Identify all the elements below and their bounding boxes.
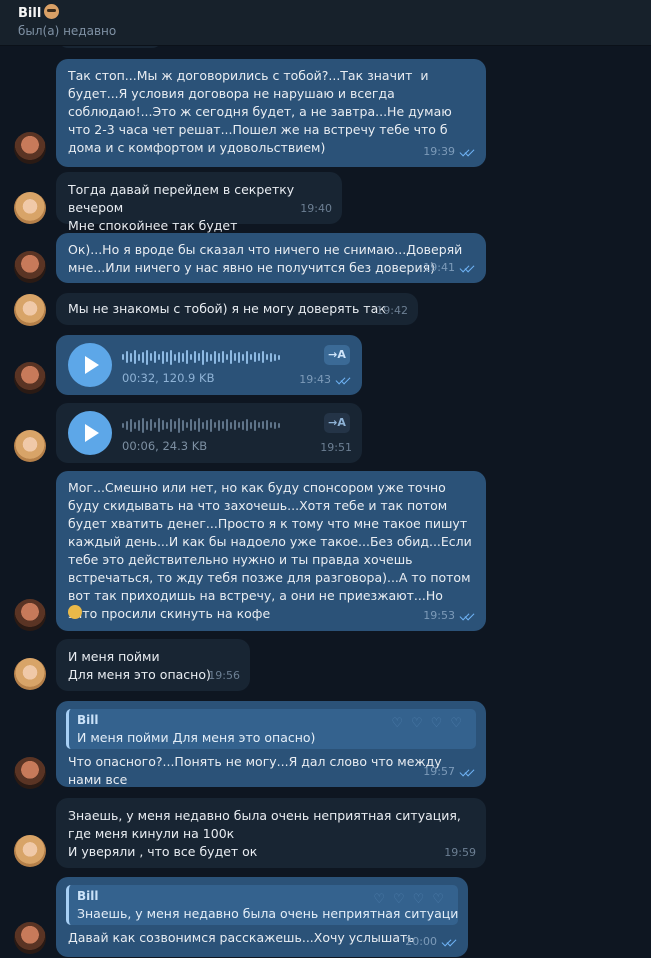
message-time: 19:40 <box>300 202 332 215</box>
avatar-sender[interactable] <box>14 599 46 631</box>
avatar-sender[interactable] <box>14 132 46 164</box>
message-time: 19:43 <box>299 373 331 386</box>
avatar-sender[interactable] <box>14 757 46 789</box>
message-outgoing[interactable]: Так стоп...Мы ж договорились с тобой?...… <box>56 59 486 167</box>
message-time: 19:59 <box>444 846 476 859</box>
voice-duration: 00:32, 120.9 KB <box>122 371 215 385</box>
message-incoming[interactable]: И меня пойми Для меня это опасно) 19:56 <box>56 639 250 691</box>
avatar-contact[interactable] <box>14 192 46 224</box>
message-meta: 19:57 <box>423 763 476 781</box>
message-outgoing-reply[interactable]: Bill И меня пойми Для меня это опасно) ♡… <box>56 701 486 787</box>
read-checkmarks-icon <box>459 611 476 621</box>
message-meta: 19:41 <box>423 259 476 277</box>
message-incoming[interactable]: Тогда давай перейдем в секретку вечером … <box>56 172 342 233</box>
contact-name[interactable]: Bill <box>18 4 60 21</box>
message-meta: 19:40 <box>300 200 332 218</box>
contact-name-text: Bill <box>18 6 42 21</box>
play-button[interactable] <box>68 343 112 387</box>
avatar-contact[interactable] <box>14 294 46 326</box>
message-meta: 20:00 <box>405 933 458 951</box>
avatar-contact[interactable] <box>14 430 46 462</box>
facepalm-emoji-icon <box>68 605 82 619</box>
chat-header[interactable]: Bill был(а) недавно <box>0 0 651 46</box>
message-meta: 19:43 <box>299 371 352 389</box>
voice-waveform[interactable] <box>122 417 282 433</box>
play-button[interactable] <box>68 411 112 455</box>
transcribe-button[interactable]: →A <box>324 345 350 365</box>
reply-preview[interactable]: Bill Знаешь, у меня недавно была очень н… <box>66 885 458 925</box>
avatar-sender[interactable] <box>14 362 46 394</box>
message-text: Мы не знакомы с тобой) я не могу доверят… <box>68 301 386 316</box>
voice-message-outgoing[interactable]: →A 00:32, 120.9 KB 19:43 <box>56 335 362 395</box>
message-incoming[interactable]: Знаешь, у меня недавно была очень неприя… <box>56 798 486 868</box>
message-outgoing[interactable]: Мог...Смешно или нет, но как буду спонсо… <box>56 471 486 631</box>
contact-status: был(а) недавно <box>18 24 117 38</box>
transcribe-button[interactable]: →A <box>324 413 350 433</box>
message-incoming[interactable]: Мы не знакомы с тобой) я не могу доверят… <box>56 293 418 325</box>
message-meta: 19:51 <box>320 439 352 457</box>
message-text: Давай как созвонимся расскажешь...Хочу у… <box>68 930 415 945</box>
message-time: 19:57 <box>423 765 455 778</box>
avatar-sender[interactable] <box>14 251 46 283</box>
emoji-icon <box>44 4 60 19</box>
voice-waveform[interactable] <box>122 349 282 365</box>
message-time: 20:00 <box>405 935 437 948</box>
message-meta: 19:42 <box>376 302 408 320</box>
read-checkmarks-icon <box>441 937 458 947</box>
message-time: 19:42 <box>376 304 408 317</box>
hearts-pattern-icon: ♡♡♡♡ <box>391 716 470 731</box>
message-text: Тогда давай перейдем в секретку вечером … <box>68 182 295 233</box>
read-checkmarks-icon <box>335 375 352 385</box>
message-meta: 19:56 <box>208 667 240 685</box>
voice-duration: 00:06, 24.3 KB <box>122 439 208 453</box>
message-list[interactable]: Так стоп...Мы ж договорились с тобой?...… <box>0 38 651 958</box>
avatar-contact[interactable] <box>14 658 46 690</box>
read-checkmarks-icon <box>459 147 476 157</box>
message-time: 19:56 <box>208 669 240 682</box>
read-checkmarks-icon <box>459 767 476 777</box>
message-time: 19:51 <box>320 441 352 454</box>
message-text: Знаешь, у меня недавно была очень неприя… <box>68 808 461 859</box>
message-meta: 19:53 <box>423 607 476 625</box>
message-time: 19:53 <box>423 609 455 622</box>
reply-preview[interactable]: Bill И меня пойми Для меня это опасно) ♡… <box>66 709 476 749</box>
message-outgoing-reply[interactable]: Bill Знаешь, у меня недавно была очень н… <box>56 877 468 957</box>
voice-message-incoming[interactable]: →A 00:06, 24.3 KB 19:51 <box>56 403 362 463</box>
message-text: Что опасного?...Понять не могу...Я дал с… <box>68 754 446 787</box>
message-outgoing[interactable]: Ок)...Но я вроде бы сказал что ничего не… <box>56 233 486 283</box>
message-time: 19:39 <box>423 145 455 158</box>
message-time: 19:41 <box>423 261 455 274</box>
message-meta: 19:59 <box>444 844 476 862</box>
message-text: Ок)...Но я вроде бы сказал что ничего не… <box>68 242 467 275</box>
hearts-pattern-icon: ♡♡♡♡ <box>373 892 452 907</box>
avatar-sender[interactable] <box>14 922 46 954</box>
message-text: Так стоп...Мы ж договорились с тобой?...… <box>68 68 456 155</box>
avatar-contact[interactable] <box>14 835 46 867</box>
message-text: Мог...Смешно или нет, но как буду спонсо… <box>68 480 476 621</box>
read-checkmarks-icon <box>459 263 476 273</box>
message-meta: 19:39 <box>423 143 476 161</box>
